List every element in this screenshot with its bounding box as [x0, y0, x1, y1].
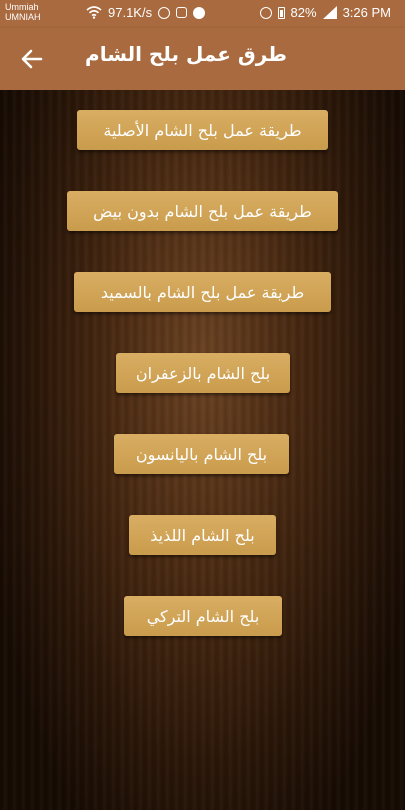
menu-item-original[interactable]: طريقة عمل بلح الشام الأصلية [77, 110, 328, 150]
menu-item-no-eggs[interactable]: طريقة عمل بلح الشام بدون بيض [67, 191, 338, 231]
menu-item-saffron[interactable]: بلح الشام بالزعفران [116, 353, 290, 393]
app-bar: طرق عمل بلح الشام [0, 28, 405, 90]
wifi-icon [86, 6, 102, 19]
signal-icon [322, 6, 337, 19]
menu-item-delicious[interactable]: بلح الشام اللذيذ [129, 515, 276, 555]
menu-item-turkish[interactable]: بلح الشام التركي [124, 596, 282, 636]
alarm-icon [158, 6, 171, 19]
status-network: 97.1K/s [86, 5, 206, 20]
status-bar: Ummiah UMNIAH 97.1K/s 82% 3:26 PM [0, 0, 405, 28]
instagram-icon [176, 7, 188, 18]
clock: 3:26 PM [342, 5, 391, 20]
battery-icon [277, 6, 285, 19]
arrow-left-icon [21, 49, 43, 69]
menu-item-anise[interactable]: بلح الشام باليانسون [114, 434, 289, 474]
page-title: طرق عمل بلح الشام [85, 42, 287, 66]
status-system: 82% 3:26 PM [259, 5, 391, 20]
alarm-clock-icon [259, 6, 272, 19]
carrier-name-secondary: UMNIAH [5, 12, 41, 22]
menu-list: طريقة عمل بلح الشام الأصلية طريقة عمل بل… [0, 90, 405, 810]
menu-item-semolina[interactable]: طريقة عمل بلح الشام بالسميد [74, 272, 331, 312]
messenger-icon [193, 6, 206, 19]
carrier-name: Ummiah [5, 2, 39, 12]
battery-level: 82% [290, 5, 317, 20]
back-button[interactable] [14, 42, 50, 76]
carrier-label: Ummiah UMNIAH [5, 2, 41, 22]
network-speed: 97.1K/s [108, 5, 153, 20]
